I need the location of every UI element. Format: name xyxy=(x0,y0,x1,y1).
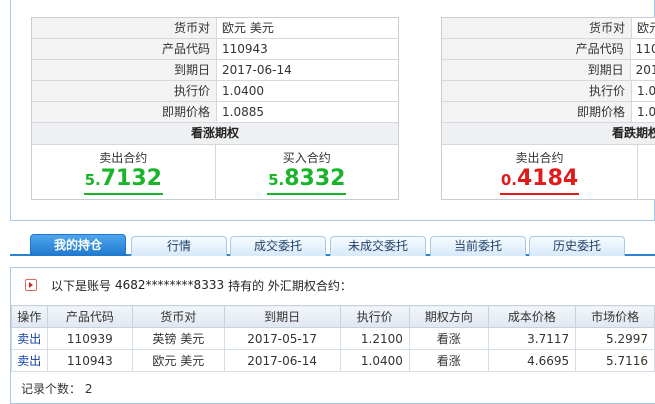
sell-link[interactable]: 卖出 xyxy=(17,332,41,346)
quote-panel: 货币对 欧元 美元 产品代码 110943 到期日 2017-06-14 执行价 1.0… xyxy=(10,0,655,221)
tab-quotes[interactable]: 行情 xyxy=(131,236,227,256)
column-header: 产品代码 xyxy=(46,305,134,328)
cell-pair: 英镑 美元 xyxy=(132,327,225,350)
pair-label: 货币对 xyxy=(442,18,632,38)
sell-price-small: 0. xyxy=(500,171,517,189)
cell-expiry: 2017-05-17 xyxy=(223,327,341,350)
table-header: 操作 产品代码 货币对 到期日 执行价 期权方向 成本价格 市场价格 xyxy=(11,305,655,328)
table-row: 卖出 110939 英镑 美元 2017-05-17 1.2100 看涨 3.7… xyxy=(11,327,655,350)
tab-filled-orders[interactable]: 成交委托 xyxy=(230,236,326,256)
column-header: 期权方向 xyxy=(408,305,489,328)
strike-label: 执行价 xyxy=(442,81,632,101)
tab-my-positions[interactable]: 我的持仓 xyxy=(30,234,126,256)
table-row: 卖出 110943 欧元 美元 2017-06-14 1.0400 看涨 4.6… xyxy=(11,349,655,372)
sell-label: 卖出合约 xyxy=(99,151,148,165)
notice-suffix: 持有的 外汇期权合约： xyxy=(228,278,352,293)
column-header: 货币对 xyxy=(132,305,225,328)
code-label: 产品代码 xyxy=(442,39,631,59)
spot-value: 1.0885 xyxy=(222,105,264,119)
cell-direction: 看涨 xyxy=(408,327,489,350)
quote-row: 卖出合约 0.4184 xyxy=(442,145,655,200)
holdings-notice: 以下是账号 4682********8333 持有的 外汇期权合约： xyxy=(11,276,352,294)
sell-price-button[interactable]: 0.4184 xyxy=(499,166,580,195)
record-count-label: 记录个数： xyxy=(21,382,82,396)
pair-value: 欧元 美元 xyxy=(222,21,274,35)
tab-unfilled-orders[interactable]: 未成交委托 xyxy=(330,236,426,256)
call-option-card: 货币对 欧元 美元 产品代码 110943 到期日 2017-06-14 执行价 1.0… xyxy=(31,17,399,200)
record-count-value: 2 xyxy=(84,382,93,396)
buy-price-big: 8332 xyxy=(284,166,346,191)
column-header: 操作 xyxy=(11,305,48,328)
cell-strike: 1.0400 xyxy=(339,349,410,372)
cell-pair: 欧元 美元 xyxy=(132,349,225,372)
put-option-card: 货币对欧元 产品代码1109 到期日2017 执行价1.04 即期价格1.08 … xyxy=(441,17,655,200)
column-header: 到期日 xyxy=(223,305,341,328)
record-count: 记录个数： 2 xyxy=(21,380,92,397)
cell-code: 110943 xyxy=(46,349,134,372)
tab-bar: 我的持仓 行情 成交委托 未成交委托 当前委托 历史委托 xyxy=(10,232,655,256)
code-label: 产品代码 xyxy=(32,39,217,59)
tab-current-orders[interactable]: 当前委托 xyxy=(430,236,526,256)
account-number: 4682********8333 xyxy=(115,278,225,292)
cell-market: 5.7116 xyxy=(575,349,655,372)
expiry-label: 到期日 xyxy=(442,60,631,80)
cell-direction: 看涨 xyxy=(408,349,489,372)
cell-cost: 4.6695 xyxy=(487,349,577,372)
cell-expiry: 2017-06-14 xyxy=(223,349,341,372)
strike-value: 1.04 xyxy=(637,84,655,98)
buy-price-button[interactable]: 5.8332 xyxy=(267,166,347,195)
spot-label: 即期价格 xyxy=(32,102,217,122)
cell-code: 110939 xyxy=(46,327,134,350)
sell-link[interactable]: 卖出 xyxy=(17,354,41,368)
quote-row: 卖出合约 5.7132 买入合约 5.8332 xyxy=(32,145,398,200)
code-value: 1109 xyxy=(635,42,655,56)
expiry-value: 2017 xyxy=(635,63,655,77)
option-kind-title: 看跌期权 xyxy=(442,123,655,145)
sell-price-big: 4184 xyxy=(516,166,579,191)
column-header: 成本价格 xyxy=(487,305,577,328)
column-header: 市场价格 xyxy=(575,305,655,328)
option-kind-title: 看涨期权 xyxy=(32,123,398,145)
buy-quote-clipped xyxy=(637,145,655,200)
pair-value: 欧元 xyxy=(637,21,655,35)
sell-quote: 卖出合约 5.7132 xyxy=(32,145,215,200)
cell-strike: 1.2100 xyxy=(339,327,410,350)
pair-label: 货币对 xyxy=(32,18,217,38)
column-header: 执行价 xyxy=(339,305,410,328)
spot-label: 即期价格 xyxy=(442,102,632,122)
sell-label: 卖出合约 xyxy=(515,151,564,165)
expiry-label: 到期日 xyxy=(32,60,217,80)
sell-price-small: 5. xyxy=(84,171,101,189)
sell-price-big: 7132 xyxy=(100,166,162,191)
holdings-panel: 以下是账号 4682********8333 持有的 外汇期权合约： 操作 产品… xyxy=(10,267,655,404)
buy-quote: 买入合约 5.8332 xyxy=(214,145,399,200)
strike-value: 1.0400 xyxy=(222,84,264,98)
buy-label: 买入合约 xyxy=(282,151,331,165)
sell-price-button[interactable]: 5.7132 xyxy=(83,166,163,195)
cell-market: 5.2997 xyxy=(575,327,655,350)
expiry-value: 2017-06-14 xyxy=(222,63,292,77)
sell-quote: 卖出合约 0.4184 xyxy=(442,145,637,200)
spot-value: 1.08 xyxy=(637,105,655,119)
code-value: 110943 xyxy=(222,42,268,56)
cell-cost: 3.7117 xyxy=(487,327,577,350)
tab-order-history[interactable]: 历史委托 xyxy=(529,236,625,256)
holdings-table: 操作 产品代码 货币对 到期日 执行价 期权方向 成本价格 市场价格 卖出 11… xyxy=(11,305,655,372)
strike-label: 执行价 xyxy=(32,81,217,101)
notice-prefix: 以下是账号 xyxy=(51,278,112,293)
arrow-right-icon xyxy=(25,279,37,291)
buy-price-small: 5. xyxy=(268,171,285,189)
